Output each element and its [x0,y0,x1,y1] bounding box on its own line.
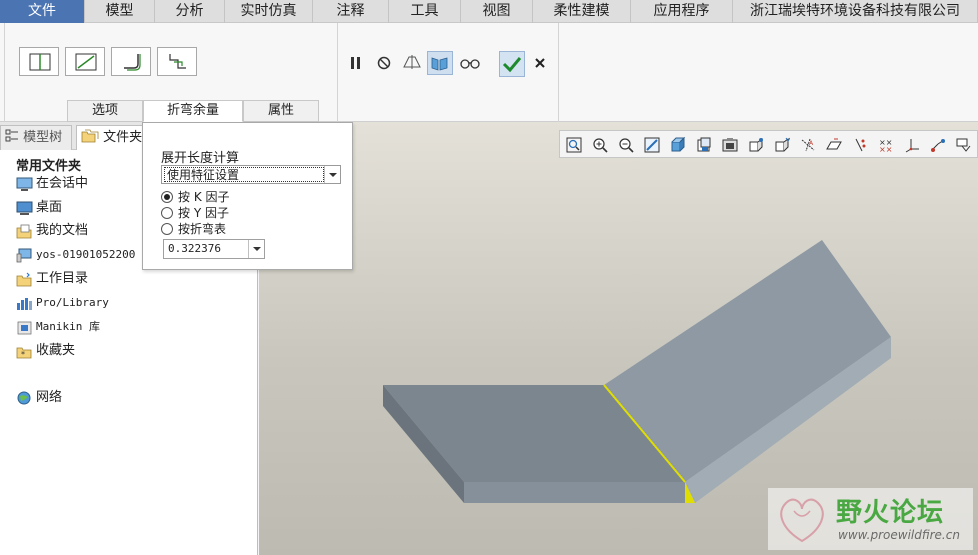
favorites-icon: * [16,347,32,359]
folder-label: 我的文档 [36,223,89,238]
radio-button-selected[interactable] [161,191,173,203]
k-factor-combobox[interactable]: 0.322376 [163,239,265,259]
chevron-down-icon[interactable] [324,166,340,183]
close-icon [535,58,545,68]
computer-icon [16,248,32,262]
glasses-icon [460,59,480,69]
bend-allowance-panel: 展开长度计算 使用特征设置 按 K 因子 按 Y 因子 按折弯表 0.32237… [142,122,353,270]
bend-type-button-2[interactable] [65,47,105,76]
developed-length-label: 展开长度计算 [161,151,240,166]
ok-button[interactable] [499,51,525,77]
folder-label: Pro/Library [36,296,109,309]
developed-length-value: 使用特征设置 [164,167,324,182]
folder-label: yos-01901052200 [36,248,136,261]
svg-text:*: * [21,350,25,359]
no-preview-button[interactable] [373,51,395,75]
library-icon [17,297,32,310]
folder-favorites[interactable]: * 收藏夹 [16,341,75,361]
folder-my-documents[interactable]: 我的文档 [16,221,88,241]
watermark: 野火论坛 www.proewildfire.cn [768,488,973,550]
developed-length-dropdown[interactable]: 使用特征设置 [161,165,341,184]
model-tree-icon [5,129,18,142]
tab-properties[interactable]: 属性 [243,100,319,122]
base-flange-front-edge [464,482,685,503]
tab-model-tree[interactable]: 模型树 [0,125,72,150]
bend-type-2-icon [75,53,97,71]
radio-label: 按 Y 因子 [178,206,229,220]
menu-file[interactable]: 文件 [0,0,85,23]
flat-preview-button[interactable] [427,51,453,75]
menu-flexible-modeling[interactable]: 柔性建模 [533,0,631,23]
watermark-logo-icon [780,498,824,543]
tab-options[interactable]: 选项 [67,100,143,122]
bend-type-button-3[interactable] [111,47,151,76]
bend-type-4-icon [169,54,186,69]
attach-preview-button[interactable] [401,51,423,75]
verify-button[interactable] [459,51,481,75]
folder-label: 桌面 [36,200,63,215]
cancel-button[interactable] [531,51,553,75]
bend-type-group: 选项 折弯余量 属性 [4,23,338,122]
radio-button[interactable] [161,207,173,219]
folder-label: 在会话中 [36,176,89,191]
folder-manikin-library[interactable]: Manikin 库 [16,317,100,337]
ribbon: 选项 折弯余量 属性 [0,23,978,122]
working-folder-icon [16,272,32,286]
menu-tools[interactable]: 工具 [389,0,461,23]
menu-company[interactable]: 浙江瑞埃特环境设备科技有限公司 [733,0,978,23]
folder-browser-icon [81,129,99,143]
menu-model[interactable]: 模型 [85,0,155,23]
folder-computer[interactable]: yos-01901052200 [16,245,135,265]
folder-label: 工作目录 [36,271,89,286]
flat-preview-icon [431,57,448,71]
bend-type-button-1[interactable] [19,47,59,76]
attach-preview-icon [403,55,421,69]
watermark-title: 野火论坛 [836,498,945,528]
common-folders-heading: 常用文件夹 [16,159,82,174]
folder-in-session[interactable]: 在会话中 [16,174,88,194]
documents-icon [16,224,32,238]
menu-applications[interactable]: 应用程序 [631,0,733,23]
network-icon [17,391,31,404]
folder-label: Manikin 库 [36,320,100,333]
feature-control-group [339,23,559,122]
radio-bend-table[interactable]: 按折弯表 [161,221,226,237]
watermark-url: www.proewildfire.cn [838,528,960,542]
manikin-icon [17,321,32,334]
tab-folder-browser[interactable]: 文件夹浏览器 [76,125,144,150]
pause-button[interactable] [345,51,367,75]
menu-live-simulation[interactable]: 实时仿真 [225,0,313,23]
folder-label: 收藏夹 [36,343,76,358]
folder-network[interactable]: 网络 [16,388,62,408]
bend-type-1-icon [29,53,51,71]
radio-label: 按折弯表 [178,222,227,236]
pause-icon [351,57,360,69]
folder-label: 网络 [36,390,63,405]
k-factor-value[interactable]: 0.322376 [168,242,221,255]
radio-button[interactable] [161,223,173,235]
radio-k-factor[interactable]: 按 K 因子 [161,189,230,205]
chevron-down-icon[interactable] [248,240,264,258]
no-preview-icon [377,56,391,70]
menu-view[interactable]: 视图 [461,0,533,23]
checkmark-icon [502,57,522,73]
bend-type-button-4[interactable] [157,47,197,76]
folder-desktop[interactable]: 桌面 [16,198,62,218]
tab-folder-browser-label: 文件夹浏览器 [103,130,143,145]
radio-label: 按 K 因子 [178,190,230,204]
menu-annotate[interactable]: 注释 [313,0,389,23]
menu-analysis[interactable]: 分析 [155,0,225,23]
folder-pro-library[interactable]: Pro/Library [16,293,109,313]
tab-bend-allowance[interactable]: 折弯余量 [143,100,243,122]
menu-bar: 文件 模型 分析 实时仿真 注释 工具 视图 柔性建模 应用程序 浙江瑞埃特环境… [0,0,978,23]
desktop-icon [16,201,33,215]
monitor-icon [16,177,33,191]
folder-working-directory[interactable]: 工作目录 [16,269,88,289]
radio-y-factor[interactable]: 按 Y 因子 [161,205,229,221]
tab-model-tree-label: 模型树 [23,130,63,145]
bend-type-3-icon [124,54,141,71]
